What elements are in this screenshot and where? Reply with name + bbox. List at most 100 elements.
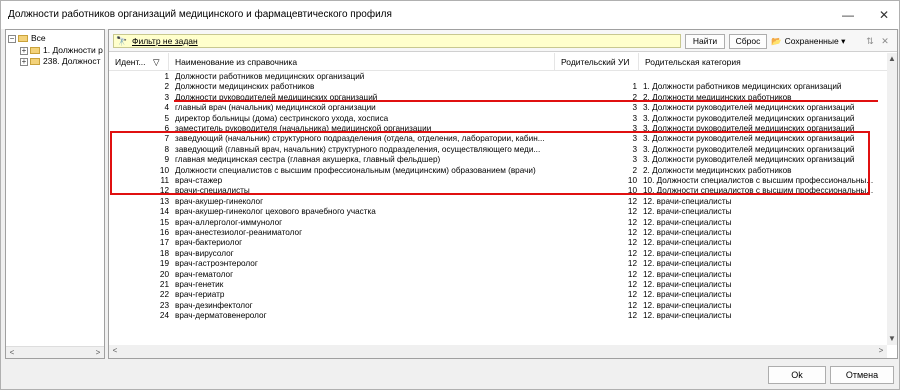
cell-name: врач-генетик <box>175 280 224 289</box>
grid-vertical-scrollbar[interactable]: ▲ ▼ <box>887 53 897 345</box>
cell-id: 2 <box>164 82 169 92</box>
table-row[interactable]: 24 врач-дерматовенеролог 12 12. врачи-специ… <box>109 311 887 321</box>
grid-horizontal-scrollbar[interactable]: < > <box>109 345 887 358</box>
close-icon[interactable]: ✕ <box>867 1 900 29</box>
folder-icon <box>30 58 40 66</box>
tree-item-pharma-positions[interactable]: +238. Должност <box>20 55 101 67</box>
chevron-down-icon: ▾ <box>841 36 846 46</box>
toolbar: 🔭 Фильтр не задан Найти Сброс 📂 Сохраненн… <box>109 30 897 52</box>
cell-id: 24 <box>159 311 169 321</box>
collapse-icon[interactable]: − <box>8 34 16 43</box>
table-row[interactable]: 1 Должности работников медицинских органи… <box>109 72 887 82</box>
sort-indicator-icon: ▽ <box>153 57 160 67</box>
cell-parent: 3 <box>632 103 637 113</box>
column-header-name[interactable]: Наименование из справочника <box>169 53 555 71</box>
tree-item-label: 1. Должности р <box>43 45 103 55</box>
table-row[interactable]: 2 Должности медицинских работников 1 1. Дол… <box>109 82 887 92</box>
reset-button[interactable]: Сброс <box>729 34 767 49</box>
cell-parent: 12 <box>627 217 637 227</box>
tree-item-all[interactable]: − Все <box>8 32 46 44</box>
minimize-icon[interactable]: — <box>831 1 865 29</box>
cell-name: врач-аллерголог-иммунолог <box>175 217 283 227</box>
cell-parent: 12 <box>627 248 637 258</box>
cell-id: 14 <box>159 207 169 217</box>
cell-id: 4 <box>164 103 169 113</box>
binoculars-icon: 🔭 <box>116 36 128 46</box>
tree-item-label: Все <box>31 33 46 43</box>
cell-category: 3. Должности руководителей медицинских о… <box>643 113 855 123</box>
cell-id: 3 <box>164 92 169 102</box>
filter-bar[interactable]: 🔭 Фильтр не задан <box>113 34 681 48</box>
cell-name: Должности медицинских работников <box>175 82 315 92</box>
cell-parent: 12 <box>627 311 637 321</box>
window-title: Должности работников организаций медицин… <box>8 9 392 20</box>
cell-category: 12. врачи-специалисты <box>643 248 732 258</box>
cell-parent: 12 <box>627 196 637 206</box>
folder-icon <box>30 47 40 55</box>
scroll-right-icon[interactable]: > <box>875 345 887 357</box>
cell-name: врач-гематолог <box>175 269 234 279</box>
cell-id: 13 <box>159 196 169 206</box>
cell-id: 5 <box>164 113 169 123</box>
category-tree[interactable]: − Все +1. Должности р +238. Должност < > <box>5 29 105 359</box>
cell-category: 12. врачи-специалисты <box>643 196 732 206</box>
cell-name: врач-акушер-гинеколог <box>175 196 264 206</box>
cell-name: врач-гастроэнтеролог <box>175 259 258 269</box>
cell-category: 12. врачи-специалисты <box>643 217 732 227</box>
cell-id: 22 <box>159 290 169 300</box>
cell-parent: 12 <box>627 300 637 310</box>
cell-id: 1 <box>164 72 169 81</box>
cell-id: 18 <box>159 248 169 258</box>
cell-id: 17 <box>159 238 169 248</box>
cell-name: врач-бактериолог <box>175 238 243 248</box>
table-row[interactable]: 21 врач-генетик 12 12. врачи-специалисты <box>109 280 887 290</box>
table-row[interactable]: 16 врач-анестезиолог-реаниматолог 12 12. вр… <box>109 228 887 238</box>
cell-id: 23 <box>159 300 169 310</box>
scroll-down-icon[interactable]: ▼ <box>887 333 897 345</box>
table-row[interactable]: 17 врач-бактериолог 12 12. врачи-специалист… <box>109 238 887 248</box>
cell-category: 12. врачи-специалисты <box>643 238 732 248</box>
cell-category: 1. Должности работников медицинских орга… <box>643 82 842 92</box>
tree-item-label: 238. Должност <box>43 56 101 66</box>
cell-parent: 12 <box>627 238 637 248</box>
table-row[interactable]: 15 врач-аллерголог-иммунолог 12 12. врачи-с… <box>109 218 887 228</box>
scroll-right-icon[interactable]: > <box>92 347 104 358</box>
cell-id: 16 <box>159 228 169 237</box>
table-row[interactable]: 18 врач-вирусолог 12 12. врачи-специалисты <box>109 249 887 259</box>
table-row[interactable]: 20 врач-гематолог 12 12. врачи-специалисты <box>109 270 887 280</box>
grid-header: Идент... ▽ Наименование из справочника Р… <box>109 53 887 71</box>
tree-horizontal-scrollbar[interactable]: < > <box>6 346 104 358</box>
column-header-parent[interactable]: Родительский УИ <box>555 53 639 71</box>
column-header-category[interactable]: Родительская категория <box>639 53 887 71</box>
saved-filters-button[interactable]: 📂 Сохраненные ▾ <box>771 34 845 48</box>
cell-id: 19 <box>159 259 169 269</box>
scroll-left-icon[interactable]: < <box>109 345 121 357</box>
table-row[interactable]: 23 врач-дезинфектолог 12 12. врачи-специали… <box>109 301 887 311</box>
table-row[interactable]: 5 директор больницы (дома) сестринского у… <box>109 114 887 124</box>
cell-category: 12. врачи-специалисты <box>643 207 732 217</box>
scroll-up-icon[interactable]: ▲ <box>887 53 897 65</box>
cell-name: врач-гериатр <box>175 290 225 300</box>
filter-link[interactable]: Фильтр не задан <box>132 36 198 46</box>
table-row[interactable]: 14 врач-акушер-гинеколог цехового врачебн… <box>109 207 887 217</box>
find-button[interactable]: Найти <box>685 34 725 49</box>
expand-icon[interactable]: + <box>20 57 28 66</box>
highlight-underline <box>174 100 878 102</box>
saved-filters-label: Сохраненные <box>784 36 839 46</box>
clear-icon[interactable]: ✕ <box>879 34 891 48</box>
cell-parent: 3 <box>632 113 637 123</box>
column-header-id[interactable]: Идент... ▽ <box>109 53 169 71</box>
ok-button[interactable]: Ok <box>768 366 826 384</box>
cell-name: врач-анестезиолог-реаниматолог <box>175 228 303 237</box>
cancel-button[interactable]: Отмена <box>830 366 894 384</box>
cell-category: 12. врачи-специалисты <box>643 300 732 310</box>
cell-name: врач-акушер-гинеколог цехового врачебног… <box>175 207 376 217</box>
expand-icon[interactable]: + <box>20 46 28 55</box>
table-row[interactable]: 22 врач-гериатр 12 12. врачи-специалисты <box>109 290 887 300</box>
data-grid[interactable]: Идент... ▽ Наименование из справочника Р… <box>109 53 887 345</box>
table-row[interactable]: 13 врач-акушер-гинеколог 12 12. врачи-специ… <box>109 197 887 207</box>
table-row[interactable]: 19 врач-гастроэнтеролог 12 12. врачи-специа… <box>109 259 887 269</box>
scroll-left-icon[interactable]: < <box>6 347 18 358</box>
sort-icon[interactable]: ⇅ <box>864 34 876 48</box>
table-row[interactable]: 4 главный врач (начальник) медицинской ор… <box>109 103 887 113</box>
